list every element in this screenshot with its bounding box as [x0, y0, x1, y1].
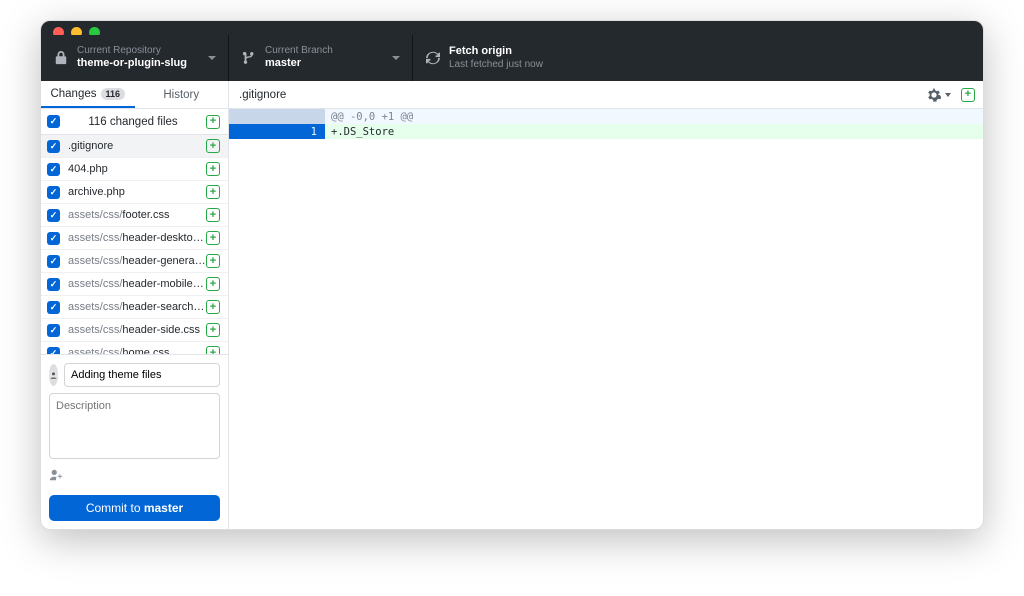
- commit-button[interactable]: Commit to master: [49, 495, 220, 521]
- fetch-value: Last fetched just now: [449, 59, 585, 71]
- app-window: Current Repository theme-or-plugin-slug …: [40, 20, 984, 530]
- file-name: 404.php: [68, 163, 206, 175]
- file-row[interactable]: assets/css/header-mobile.css+: [41, 273, 228, 296]
- sidebar-tabs: Changes 116 History: [41, 81, 228, 109]
- diff-hunk-row: @@ -0,0 +1 @@: [229, 109, 983, 124]
- file-checkbox[interactable]: [47, 301, 60, 314]
- file-checkbox[interactable]: [47, 347, 60, 355]
- file-checkbox[interactable]: [47, 163, 60, 176]
- diff-pane: .gitignore + @@ -0,0 +1 @@ 1 +.DS_Store: [229, 81, 983, 529]
- fetch-button[interactable]: Fetch origin Last fetched just now: [413, 35, 597, 81]
- add-file-icon: +: [961, 88, 975, 102]
- branch-icon: [241, 50, 257, 66]
- branch-value: master: [265, 57, 392, 70]
- file-row[interactable]: assets/css/home.css+: [41, 342, 228, 354]
- file-row[interactable]: assets/css/header-search.css+: [41, 296, 228, 319]
- diff-added-row[interactable]: 1 +.DS_Store: [229, 124, 983, 139]
- file-name: .gitignore: [68, 140, 206, 152]
- file-row[interactable]: archive.php+: [41, 181, 228, 204]
- diff-header: .gitignore +: [229, 81, 983, 109]
- commit-button-branch: master: [144, 501, 183, 515]
- file-row[interactable]: .gitignore+: [41, 135, 228, 158]
- file-row[interactable]: 404.php+: [41, 158, 228, 181]
- changes-count-badge: 116: [101, 88, 126, 100]
- line-number: 1: [229, 124, 325, 139]
- file-name: archive.php: [68, 186, 206, 198]
- chevron-down-icon: [392, 56, 400, 60]
- branch-label: Current Branch: [265, 45, 392, 57]
- added-line: +.DS_Store: [325, 124, 983, 139]
- file-checkbox[interactable]: [47, 186, 60, 199]
- added-file-icon: +: [206, 139, 220, 153]
- commit-form: Commit to master: [41, 354, 228, 529]
- added-file-icon: +: [206, 346, 220, 354]
- commit-description-input[interactable]: [49, 393, 220, 459]
- diff-filename: .gitignore: [237, 89, 927, 101]
- added-file-icon: +: [206, 231, 220, 245]
- repo-value: theme-or-plugin-slug: [77, 57, 208, 70]
- tab-history[interactable]: History: [135, 81, 229, 108]
- file-checkbox[interactable]: [47, 255, 60, 268]
- file-name: assets/css/header-mobile.css: [68, 278, 206, 290]
- file-name: assets/css/header-search.css: [68, 301, 206, 313]
- diff-body: @@ -0,0 +1 @@ 1 +.DS_Store: [229, 109, 983, 529]
- file-row[interactable]: assets/css/header-desktop.css+: [41, 227, 228, 250]
- file-name: assets/css/home.css: [68, 347, 206, 354]
- hunk-header: @@ -0,0 +1 @@: [325, 109, 983, 124]
- repo-selector[interactable]: Current Repository theme-or-plugin-slug: [41, 35, 229, 81]
- added-file-icon: +: [206, 323, 220, 337]
- branch-selector[interactable]: Current Branch master: [229, 35, 413, 81]
- added-file-icon: +: [206, 185, 220, 199]
- file-row[interactable]: assets/css/header-side.css+: [41, 319, 228, 342]
- select-all-checkbox[interactable]: ✓: [47, 115, 60, 128]
- add-coauthor-button[interactable]: [49, 468, 220, 487]
- file-checkbox[interactable]: [47, 232, 60, 245]
- toolbar: Current Repository theme-or-plugin-slug …: [41, 35, 983, 81]
- add-file-icon: +: [206, 115, 220, 129]
- file-list: .gitignore+404.php+archive.php+assets/cs…: [41, 135, 228, 354]
- added-file-icon: +: [206, 162, 220, 176]
- file-name: assets/css/footer.css: [68, 209, 206, 221]
- file-checkbox[interactable]: [47, 278, 60, 291]
- added-file-icon: +: [206, 254, 220, 268]
- gear-icon[interactable]: [927, 88, 941, 102]
- fetch-label: Fetch origin: [449, 45, 585, 58]
- added-file-icon: +: [206, 300, 220, 314]
- avatar: [49, 364, 58, 386]
- file-list-header: ✓ 116 changed files +: [41, 109, 228, 135]
- tab-changes-label: Changes: [50, 88, 96, 100]
- file-row[interactable]: assets/css/header-general.css+: [41, 250, 228, 273]
- titlebar: [41, 21, 983, 35]
- hunk-gutter: [229, 109, 325, 124]
- file-row[interactable]: assets/css/footer.css+: [41, 204, 228, 227]
- added-file-icon: +: [206, 277, 220, 291]
- file-name: assets/css/header-general.css: [68, 255, 206, 267]
- commit-button-prefix: Commit to: [86, 501, 144, 515]
- tab-changes[interactable]: Changes 116: [41, 81, 135, 108]
- tab-history-label: History: [163, 89, 199, 101]
- commit-summary-input[interactable]: [64, 363, 220, 387]
- chevron-down-icon: [945, 93, 951, 97]
- file-checkbox[interactable]: [47, 324, 60, 337]
- file-checkbox[interactable]: [47, 209, 60, 222]
- file-name: assets/css/header-side.css: [68, 324, 206, 336]
- sync-icon: [425, 50, 441, 66]
- file-name: assets/css/header-desktop.css: [68, 232, 206, 244]
- added-file-icon: +: [206, 208, 220, 222]
- chevron-down-icon: [208, 56, 216, 60]
- file-checkbox[interactable]: [47, 140, 60, 153]
- lock-icon: [53, 50, 69, 66]
- sidebar: Changes 116 History ✓ 116 changed files …: [41, 81, 229, 529]
- changed-files-count: 116 changed files: [60, 116, 206, 128]
- repo-label: Current Repository: [77, 45, 208, 57]
